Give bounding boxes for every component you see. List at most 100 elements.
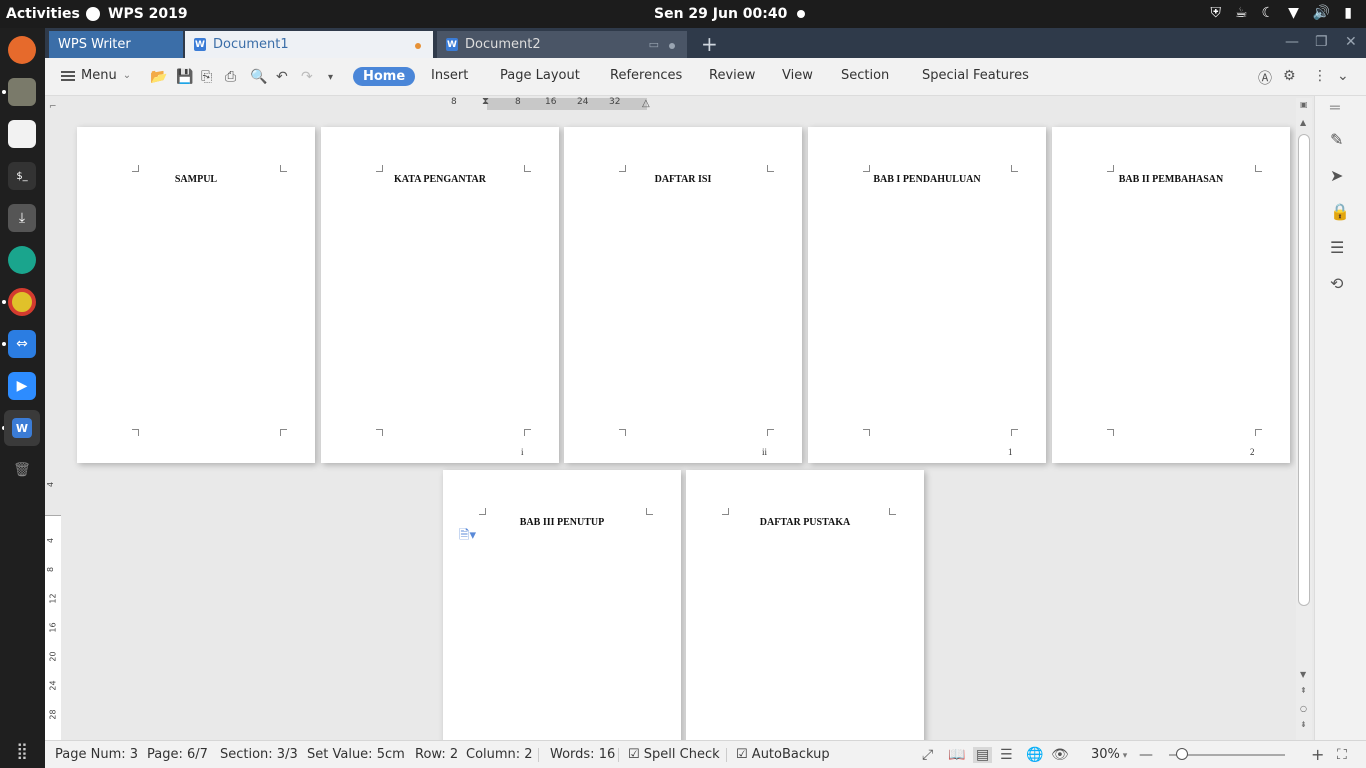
settings-gear-icon[interactable]: ⚙ — [1283, 68, 1296, 84]
tab-references[interactable]: References — [610, 68, 682, 83]
page-kata-pengantar[interactable]: KATA PENGANTAR i — [321, 127, 559, 463]
volume-icon[interactable]: 🔊 — [1313, 5, 1330, 21]
files-icon[interactable] — [8, 78, 36, 106]
scroll-up-icon[interactable]: ▲ — [1300, 118, 1306, 127]
page-daftar-isi[interactable]: DAFTAR ISI ii — [564, 127, 802, 463]
fit-window-icon[interactable]: ⛶ — [1337, 747, 1347, 763]
open-icon[interactable]: 📂 — [150, 69, 167, 85]
activities-button[interactable]: Activities — [6, 6, 80, 22]
wifi-icon[interactable]: ▼ — [1288, 5, 1299, 21]
system-tray[interactable]: ⛨ ☕ ☾ ▼ 🔊 ▮ — [1210, 5, 1352, 21]
wps-dock-icon[interactable]: W — [4, 410, 40, 446]
fullscreen-icon[interactable]: ⤢ — [922, 747, 933, 763]
read-mode-icon[interactable]: 📖 — [948, 747, 965, 763]
new-tab-button[interactable]: + — [701, 32, 718, 56]
vertical-ruler[interactable]: 4 4 8 12 16 20 24 28 — [45, 120, 61, 740]
tab-review[interactable]: Review — [709, 68, 755, 83]
status-column[interactable]: Column: 2 — [466, 747, 533, 762]
tab-stop-selector-icon[interactable]: ⌐ — [49, 102, 57, 112]
terminal-icon[interactable]: $_ — [8, 162, 36, 190]
teamviewer-icon[interactable]: ⇔ — [8, 330, 36, 358]
horizontal-ruler[interactable]: ⌐ 8 8 16 24 32 ⧗ △ — [45, 96, 1315, 120]
print-icon[interactable]: ⎙ — [225, 69, 236, 85]
clock[interactable]: Sen 29 Jun 00:40 — [654, 6, 806, 22]
paste-options-icon[interactable]: 🗎▾ — [459, 526, 476, 548]
collapse-ribbon-chevron-icon[interactable]: ⌄ — [1337, 68, 1349, 84]
panel-collapse-icon[interactable]: ═ — [1330, 98, 1340, 117]
restore-icon[interactable]: ❐ — [1315, 34, 1328, 50]
tab-insert[interactable]: Insert — [431, 68, 468, 83]
spell-check-button[interactable]: ☑ Spell Check — [628, 747, 720, 762]
app-menu[interactable]: WPS 2019 — [86, 6, 188, 22]
download-icon[interactable]: ⤓ — [8, 204, 36, 232]
shield-icon[interactable]: ⛨ — [1210, 5, 1221, 21]
eye-protection-icon[interactable]: 👁 — [1051, 747, 1069, 763]
status-set-value[interactable]: Set Value: 5cm — [307, 747, 405, 762]
history-icon[interactable]: ⟲ — [1330, 274, 1343, 293]
battery-icon[interactable]: ▮ — [1344, 5, 1352, 21]
save-icon[interactable]: 💾 — [176, 69, 193, 85]
page-sampul[interactable]: SAMPUL — [77, 127, 315, 463]
close-tab-dot-icon[interactable] — [669, 43, 675, 49]
status-words[interactable]: Words: 16 — [550, 747, 615, 762]
status-section[interactable]: Section: 3/3 — [220, 747, 298, 762]
firefox-icon[interactable] — [8, 36, 36, 64]
main-menu-button[interactable]: Menu ⌄ — [61, 68, 131, 83]
close-window-icon[interactable]: ✕ — [1345, 34, 1357, 50]
cursor-select-icon[interactable]: ➤ — [1330, 166, 1343, 185]
scroll-down-icon[interactable]: ▼ — [1300, 670, 1306, 679]
tab-document1[interactable]: W Document1 — [185, 31, 433, 58]
quick-access-dropdown-icon[interactable]: ▾ — [328, 72, 333, 83]
document-viewer-icon[interactable] — [8, 120, 36, 148]
tab-special-features[interactable]: Special Features — [922, 68, 1029, 83]
tab-view[interactable]: View — [782, 68, 813, 83]
outline-view-icon[interactable]: ☰ — [1000, 747, 1013, 763]
show-apps-grid-icon[interactable]: ⣿ — [8, 736, 36, 764]
adjust-sliders-icon[interactable]: ☰ — [1330, 238, 1344, 257]
status-row[interactable]: Row: 2 — [415, 747, 458, 762]
tab-document2[interactable]: W Document2 ▭ — [437, 31, 687, 58]
tab-home[interactable]: Home — [353, 67, 416, 86]
page-bab-iii[interactable]: BAB III PENUTUP 🗎▾ — [443, 470, 681, 740]
previous-page-icon[interactable]: ⇞ — [1300, 686, 1307, 695]
print-preview-icon[interactable]: 🔍 — [250, 69, 267, 85]
zoom-out-icon[interactable]: — — [1139, 747, 1153, 763]
redo-icon[interactable]: ↷ — [301, 69, 313, 85]
zoom-level-dropdown[interactable]: 30% ▾ — [1091, 747, 1127, 762]
zoom-in-icon[interactable]: + — [1311, 745, 1324, 764]
page-daftar-pustaka[interactable]: DAFTAR PUSTAKA — [686, 470, 924, 740]
more-options-icon[interactable]: ⋮ — [1313, 68, 1327, 84]
page-bab-i[interactable]: BAB I PENDAHULUAN 1 — [808, 127, 1046, 463]
page-view-icon[interactable]: ▤ — [973, 747, 993, 763]
pen-icon[interactable]: ✎ — [1330, 130, 1343, 149]
tab-page-layout[interactable]: Page Layout — [500, 68, 580, 83]
autobackup-button[interactable]: ☑ AutoBackup — [736, 747, 830, 762]
status-page-num[interactable]: Page Num: 3 — [55, 747, 138, 762]
select-browse-object-icon[interactable]: ○ — [1300, 704, 1307, 713]
next-page-icon[interactable]: ⇟ — [1300, 720, 1307, 729]
right-indent-marker-icon[interactable]: △ — [642, 98, 650, 109]
tab-wps-writer[interactable]: WPS Writer — [49, 31, 183, 58]
chrome-icon[interactable] — [8, 288, 36, 316]
format-painter-icon[interactable]: ⎘ — [201, 69, 212, 85]
vertical-scrollbar[interactable]: ▣ ▲ ▼ ⇞ ○ ⇟ — [1296, 98, 1312, 740]
page-bab-ii[interactable]: BAB II PEMBAHASAN 2 — [1052, 127, 1290, 463]
scroll-thumb[interactable] — [1298, 134, 1310, 606]
screen-icon[interactable]: ▭ — [649, 38, 659, 51]
document-canvas[interactable]: SAMPUL KATA PENGANTAR i DAFTAR ISI ii BA… — [61, 120, 1296, 740]
indent-marker-icon[interactable]: ⧗ — [482, 96, 489, 107]
undo-icon[interactable]: ↶ — [276, 69, 288, 85]
font-style-icon[interactable]: Ⓐ — [1258, 68, 1272, 88]
split-view-icon[interactable]: ▣ — [1300, 100, 1308, 109]
web-layout-icon[interactable]: 🌐 — [1026, 747, 1043, 763]
camera-app-icon[interactable] — [8, 246, 36, 274]
minimize-icon[interactable]: — — [1285, 34, 1299, 50]
status-page[interactable]: Page: 6/7 — [147, 747, 208, 762]
lock-icon[interactable]: 🔒 — [1330, 202, 1350, 221]
zoom-app-icon[interactable]: ▶ — [8, 372, 36, 400]
night-light-icon[interactable]: ☾ — [1262, 5, 1275, 21]
tab-section[interactable]: Section — [841, 68, 889, 83]
cup-icon[interactable]: ☕ — [1235, 5, 1248, 21]
zoom-slider-knob[interactable] — [1176, 748, 1188, 760]
trash-icon[interactable]: 🗑 — [8, 456, 36, 484]
